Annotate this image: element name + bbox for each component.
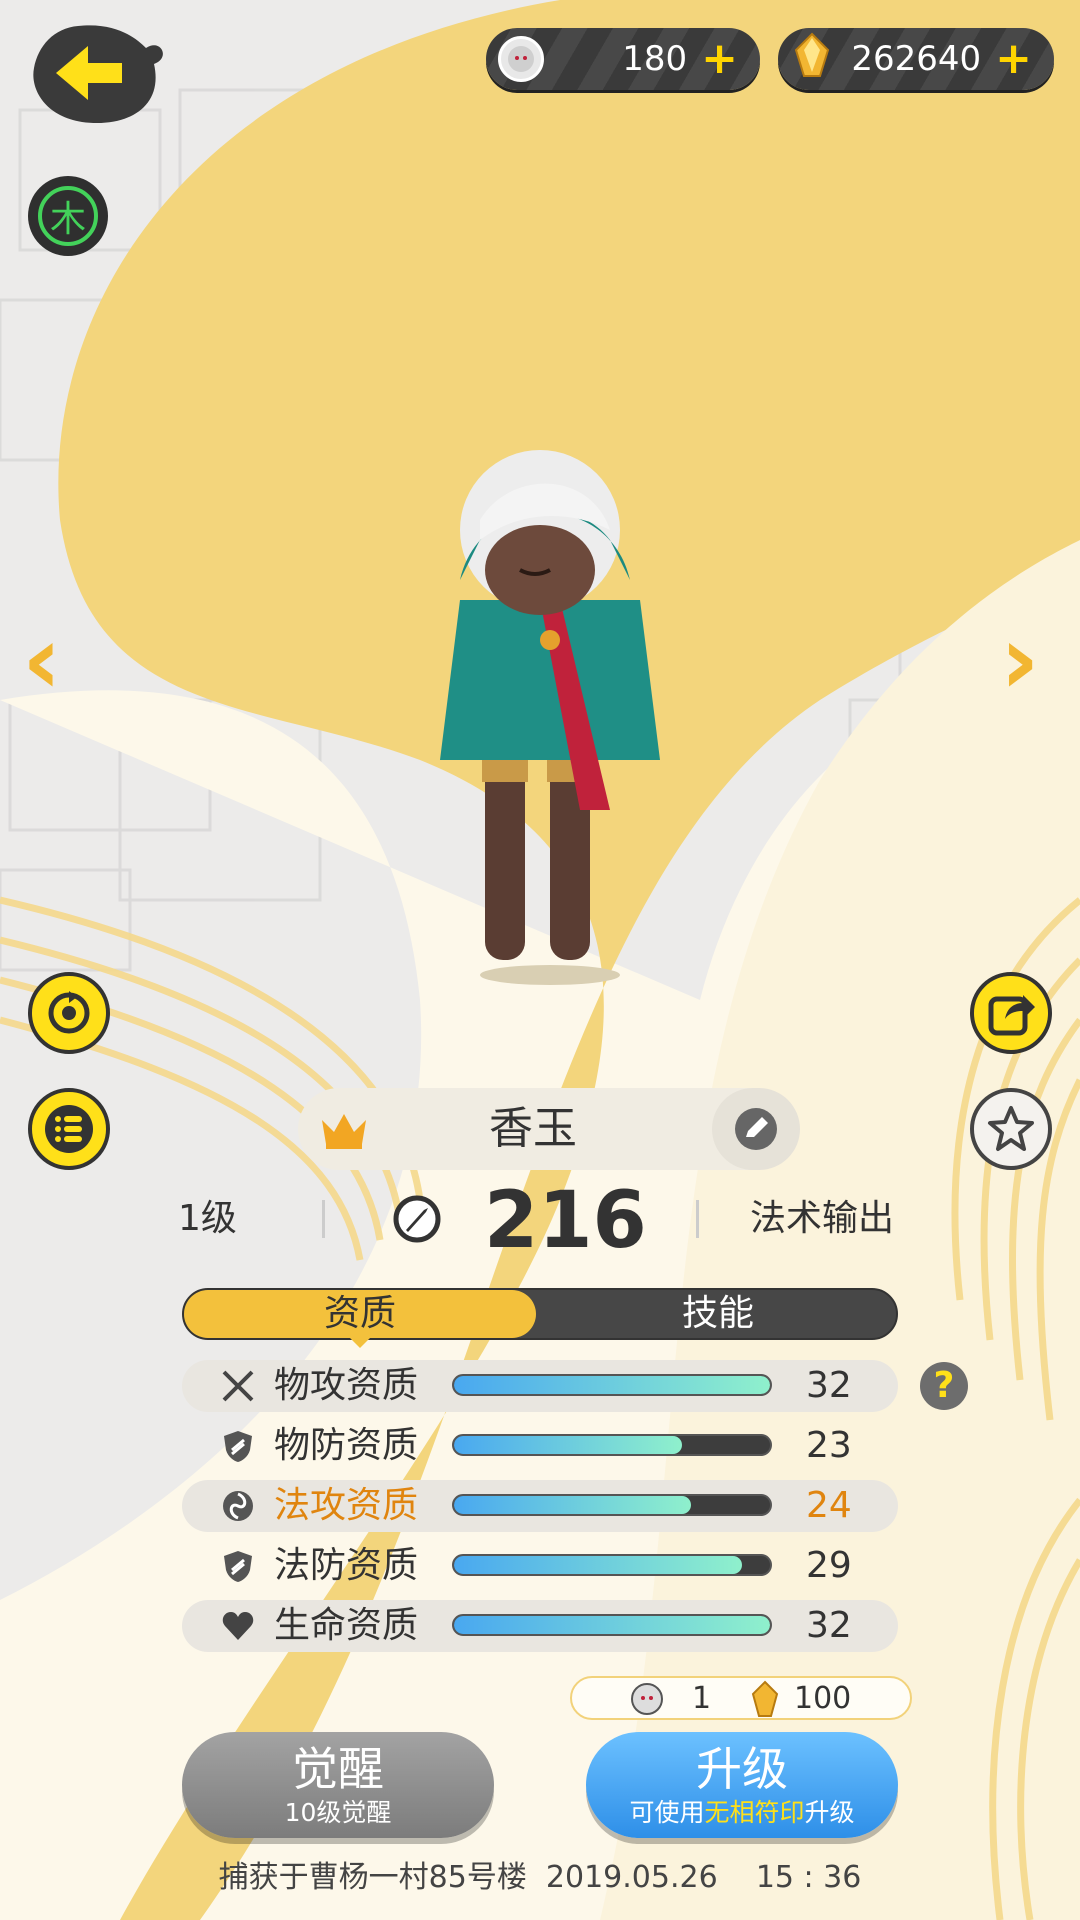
- list-icon: [45, 1105, 93, 1153]
- tab-aptitude[interactable]: 资质: [184, 1290, 536, 1338]
- tab-aptitude-label: 资质: [323, 1293, 396, 1334]
- share-icon: [988, 995, 1035, 1036]
- power-value: 216: [484, 1176, 647, 1266]
- add-soul-button[interactable]: +: [701, 37, 738, 81]
- star-icon: [988, 1106, 1034, 1151]
- pet-role: 法术输出: [750, 1198, 895, 1239]
- stat-row: 法防资质 29: [182, 1540, 898, 1592]
- stat-value: 24: [806, 1485, 852, 1526]
- stat-row: 法攻资质 24: [182, 1480, 898, 1532]
- stat-value: 32: [806, 1365, 852, 1406]
- soul-coin-icon: [630, 1682, 664, 1720]
- crystal-icon: [792, 32, 832, 87]
- divider: [322, 1200, 325, 1238]
- pet-name: 香玉: [489, 1103, 577, 1154]
- soul-coin-icon: [498, 36, 544, 82]
- upgrade-sublabel: 可使用无相符印升级: [629, 1798, 855, 1827]
- soul-cost: 1: [692, 1681, 712, 1716]
- sword-icon: [222, 1370, 254, 1402]
- soul-currency: 180 +: [486, 28, 760, 90]
- crystal-icon: [750, 1680, 780, 1722]
- upgrade-button[interactable]: 升级 可使用无相符印升级: [586, 1732, 898, 1838]
- crystal-count: 262640: [851, 39, 982, 79]
- stat-row: 生命资质 32: [182, 1600, 898, 1652]
- stat-bar: [452, 1554, 772, 1576]
- stat-label: 物防资质: [274, 1425, 419, 1466]
- power-icon: [392, 1194, 442, 1248]
- stat-bar: [452, 1494, 772, 1516]
- stat-row: 物防资质 23: [182, 1420, 898, 1472]
- stat-value: 23: [806, 1425, 852, 1466]
- soul-count: 180: [622, 39, 688, 79]
- favorite-button[interactable]: [970, 1088, 1052, 1170]
- menu-list-button[interactable]: [28, 1088, 110, 1170]
- previous-pet-arrow[interactable]: ‹: [22, 612, 62, 708]
- awaken-button[interactable]: 觉醒 10级觉醒: [182, 1732, 494, 1838]
- stat-label: 物攻资质: [274, 1365, 419, 1406]
- shield-icon: [224, 1551, 252, 1582]
- awaken-label: 觉醒: [292, 1742, 384, 1796]
- rename-button[interactable]: [712, 1088, 800, 1170]
- stat-label: 法攻资质: [274, 1485, 419, 1526]
- stat-value: 29: [806, 1545, 852, 1586]
- pet-level: 1级: [178, 1198, 237, 1239]
- pet-character[interactable]: [390, 430, 710, 990]
- stat-bar: [452, 1374, 772, 1396]
- upgrade-label: 升级: [696, 1742, 788, 1796]
- edit-pencil-icon: [735, 1108, 777, 1150]
- crystal-cost: 100: [794, 1681, 852, 1716]
- refresh-icon: [48, 991, 90, 1034]
- tab-indicator: [348, 1336, 372, 1348]
- magic-swirl-icon: [223, 1491, 253, 1521]
- wood-element-icon: 木: [38, 186, 98, 246]
- stat-label: 法防资质: [274, 1545, 419, 1586]
- tab-skills[interactable]: 技能: [540, 1290, 896, 1338]
- next-pet-arrow[interactable]: ›: [1000, 612, 1040, 708]
- capture-info: 捕获于曹杨一村85号楼 2019.05.26 15 : 36: [218, 1860, 862, 1895]
- stat-row: 物攻资质 32: [182, 1360, 898, 1412]
- shield-icon: [224, 1431, 252, 1462]
- help-button[interactable]: ?: [920, 1362, 968, 1410]
- tab-skills-label: 技能: [681, 1293, 754, 1334]
- element-badge[interactable]: 木: [28, 176, 108, 256]
- stat-bar: [452, 1614, 772, 1636]
- add-crystal-button[interactable]: +: [995, 37, 1032, 81]
- upgrade-cost: [570, 1676, 912, 1720]
- reset-button[interactable]: [28, 972, 110, 1054]
- share-button[interactable]: [970, 972, 1052, 1054]
- back-button[interactable]: [26, 18, 168, 130]
- awaken-sublabel: 10级觉醒: [284, 1798, 392, 1827]
- divider: [696, 1200, 699, 1238]
- stat-value: 32: [806, 1605, 852, 1646]
- heart-icon: [222, 1612, 254, 1640]
- stat-bar: [452, 1434, 772, 1456]
- question-icon: ?: [933, 1365, 955, 1406]
- stat-label: 生命资质: [274, 1605, 419, 1646]
- crystal-currency: 262640 +: [778, 28, 1054, 90]
